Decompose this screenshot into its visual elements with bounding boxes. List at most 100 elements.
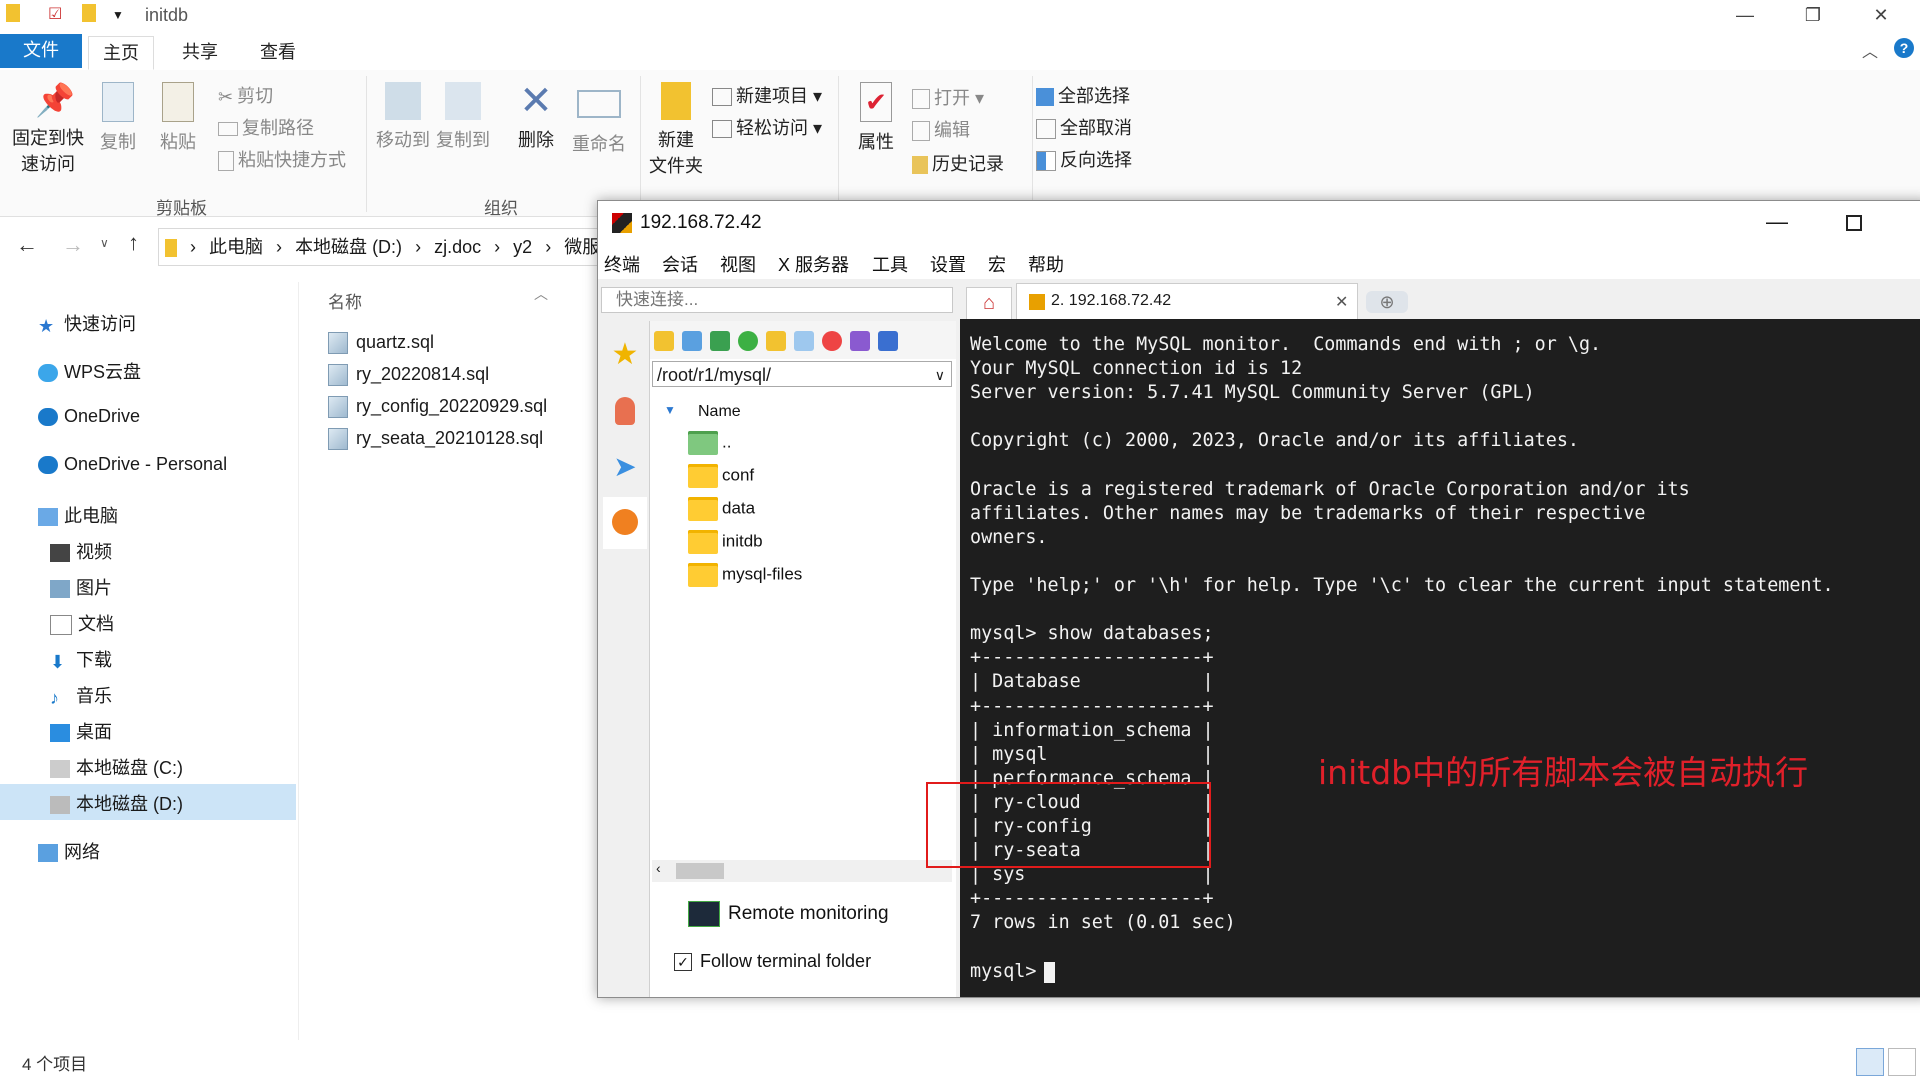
scrollbar-thumb[interactable] <box>676 863 724 879</box>
address-bar[interactable]: › 此电脑 › 本地磁盘 (D:) › zj.doc › y2 › 微服 <box>158 228 600 266</box>
upload-icon[interactable] <box>710 331 730 351</box>
menu-view[interactable]: 视图 <box>720 251 756 277</box>
restore-button[interactable]: ❐ <box>1784 0 1842 30</box>
invert-selection-button[interactable]: 反向选择 <box>1036 146 1132 172</box>
moba-minimize-button[interactable]: — <box>1766 209 1788 235</box>
edit-button[interactable]: 编辑 <box>912 116 970 142</box>
permissions-icon[interactable] <box>878 331 898 351</box>
nav-pictures[interactable]: 图片 <box>50 574 112 600</box>
session-tab[interactable]: 2. 192.168.72.42 ✕ <box>1016 283 1358 320</box>
breadcrumb-y2[interactable]: y2 <box>513 237 532 257</box>
rename-icon[interactable] <box>850 331 870 351</box>
moba-maximize-button[interactable] <box>1846 215 1862 231</box>
tab-file[interactable]: 文件 <box>0 34 82 68</box>
nav-onedrive[interactable]: OneDrive <box>38 406 140 427</box>
move-to-button[interactable]: 移动到 <box>374 82 432 152</box>
remote-monitoring-button[interactable]: Remote monitoring <box>688 901 889 927</box>
select-none-button[interactable]: 全部取消 <box>1036 114 1132 140</box>
tab-view[interactable]: 查看 <box>246 36 310 68</box>
follow-terminal-folder-checkbox[interactable]: ✓ Follow terminal folder <box>674 951 871 972</box>
tab-share[interactable]: 共享 <box>168 36 232 68</box>
dropdown-icon[interactable]: ▼ <box>112 8 124 22</box>
column-header-name[interactable]: 名称 <box>328 288 362 313</box>
history-button[interactable]: 历史记录 <box>912 150 1004 176</box>
list-item[interactable]: quartz.sql <box>328 332 434 355</box>
tab-home[interactable]: 主页 <box>88 36 154 70</box>
menu-settings[interactable]: 设置 <box>930 251 966 277</box>
nav-this-pc[interactable]: 此电脑 <box>38 502 118 528</box>
menu-session[interactable]: 会话 <box>662 251 698 277</box>
delete-icon[interactable] <box>822 331 842 351</box>
list-item[interactable]: ry_config_20220929.sql <box>328 396 547 419</box>
breadcrumb-zjdoc[interactable]: zj.doc <box>434 237 481 257</box>
sftp-path-input[interactable]: /root/r1/mysql/ ∨ <box>652 361 952 387</box>
breadcrumb-drive-d[interactable]: 本地磁盘 (D:) <box>295 237 402 257</box>
scroll-left-icon[interactable]: ‹ <box>656 860 661 876</box>
copy-button[interactable]: 复制 <box>92 82 144 154</box>
up-arrow-icon[interactable]: ↑ <box>128 230 139 256</box>
thumbnail-view-icon[interactable] <box>1888 1048 1916 1076</box>
tree-item-data[interactable]: data <box>688 497 755 521</box>
breadcrumb-microservice[interactable]: 微服 <box>564 237 599 257</box>
new-file-icon[interactable] <box>794 331 814 351</box>
nav-wps-cloud[interactable]: WPS云盘 <box>38 358 141 384</box>
list-item[interactable]: ry_seata_20210128.sql <box>328 428 543 451</box>
tree-item-parent[interactable]: .. <box>688 431 731 455</box>
new-item-button[interactable]: 新建项目 ▾ <box>712 82 822 108</box>
close-tab-icon[interactable]: ✕ <box>1335 292 1348 312</box>
new-tab-icon[interactable]: ⊕ <box>1366 291 1408 313</box>
collapse-ribbon-icon[interactable]: ︿ <box>1862 38 1878 62</box>
properties-button[interactable]: ✔ 属性 <box>846 82 906 154</box>
nav-quick-access[interactable]: ★ 快速访问 <box>38 310 136 336</box>
menu-help[interactable]: 帮助 <box>1028 251 1064 277</box>
nav-drive-d[interactable]: 本地磁盘 (D:) <box>50 790 183 816</box>
tools-tab[interactable] <box>603 385 647 437</box>
copy-to-button[interactable]: 复制到 <box>434 82 492 152</box>
breadcrumb-this-pc[interactable]: 此电脑 <box>209 237 263 257</box>
new-folder-icon[interactable] <box>766 331 786 351</box>
nav-network[interactable]: 网络 <box>38 838 100 864</box>
check-icon[interactable]: ☑ <box>48 4 62 24</box>
sessions-star-tab[interactable]: ★ <box>603 329 647 381</box>
recent-dropdown-icon[interactable]: ∨ <box>100 236 109 250</box>
list-item[interactable]: ry_20220814.sql <box>328 364 489 387</box>
nav-music[interactable]: ♪ 音乐 <box>50 682 112 708</box>
refresh-icon[interactable] <box>738 331 758 351</box>
macros-send-tab[interactable]: ➤ <box>603 441 647 493</box>
folder-icon[interactable] <box>82 4 96 22</box>
terminal-output[interactable]: Welcome to the MySQL monitor. Commands e… <box>960 319 1920 997</box>
nav-downloads[interactable]: ⬇ 下载 <box>50 646 112 672</box>
minimize-button[interactable]: — <box>1716 0 1774 30</box>
delete-button[interactable]: ✕ 删除 <box>510 81 562 152</box>
quick-connect-input[interactable] <box>601 287 953 313</box>
menu-macro[interactable]: 宏 <box>988 251 1006 277</box>
new-folder-button[interactable]: 新建 文件夹 <box>646 82 706 178</box>
back-arrow-icon[interactable]: ← <box>16 232 38 258</box>
easy-access-button[interactable]: 轻松访问 ▾ <box>712 114 822 140</box>
nav-drive-c[interactable]: 本地磁盘 (C:) <box>50 754 183 780</box>
close-button[interactable]: ✕ <box>1852 0 1910 30</box>
copy-path-button[interactable]: 复制路径 <box>218 114 314 140</box>
rename-button[interactable]: 重命名 <box>568 82 630 156</box>
menu-x-server[interactable]: X 服务器 <box>778 251 849 277</box>
download-icon[interactable] <box>682 331 702 351</box>
tree-item-initdb[interactable]: initdb <box>688 530 763 554</box>
nav-onedrive-personal[interactable]: OneDrive - Personal <box>38 454 227 475</box>
menu-tools[interactable]: 工具 <box>872 251 908 277</box>
tree-collapse-icon[interactable]: ▼ <box>664 403 676 417</box>
nav-desktop[interactable]: 桌面 <box>50 718 112 744</box>
paste-shortcut-button[interactable]: 粘贴快捷方式 <box>218 146 346 172</box>
tree-item-mysql-files[interactable]: mysql-files <box>688 563 802 587</box>
nav-videos[interactable]: 视频 <box>50 538 112 564</box>
select-all-button[interactable]: 全部选择 <box>1036 82 1130 108</box>
pin-quick-access-button[interactable]: 📌 固定到快 速访问 <box>8 82 88 176</box>
sftp-column-name[interactable]: Name <box>698 403 741 421</box>
nav-documents[interactable]: 文档 <box>50 610 114 636</box>
forward-arrow-icon[interactable]: → <box>62 232 84 258</box>
cut-button[interactable]: ✂ 剪切 <box>218 82 273 108</box>
help-icon[interactable]: ? <box>1894 38 1914 58</box>
parent-folder-icon[interactable] <box>654 331 674 351</box>
paste-button[interactable]: 粘贴 <box>152 82 204 154</box>
sftp-tab[interactable] <box>603 497 647 549</box>
chevron-down-icon[interactable]: ∨ <box>935 362 945 388</box>
